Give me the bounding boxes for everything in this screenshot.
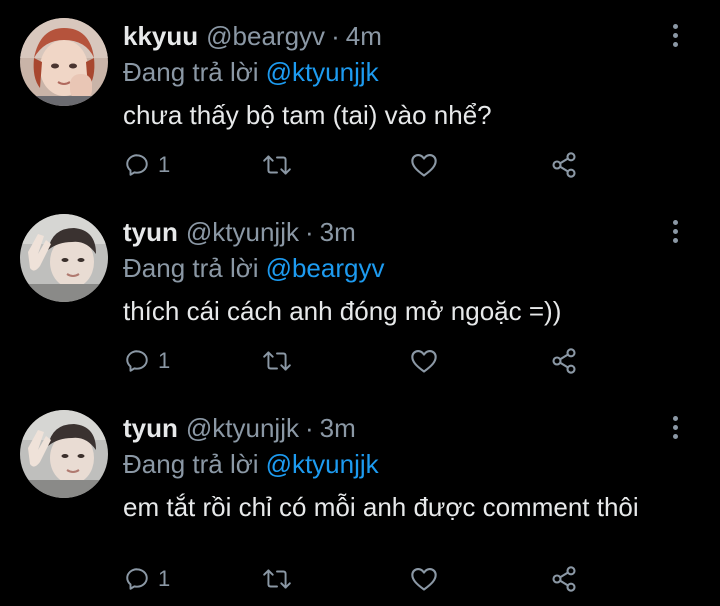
separator: · — [331, 20, 340, 51]
share-icon — [552, 348, 576, 374]
reply-icon — [126, 568, 148, 590]
tweet-text: em tắt rồi chỉ có mỗi anh được comment t… — [123, 492, 639, 522]
more-options-icon[interactable] — [670, 416, 680, 442]
display-name[interactable]: tyun — [123, 413, 178, 444]
reply-to-link[interactable]: @ktyunjjk — [266, 449, 379, 479]
reply-context: Đang trả lời @ktyunjjk — [123, 57, 379, 88]
like-button[interactable] — [410, 346, 438, 376]
tweet-header: tyun @ktyunjjk · 3m — [123, 216, 356, 248]
tweet-text: chưa thấy bộ tam (tai) vào nhể? — [123, 100, 492, 130]
share-icon — [552, 152, 576, 178]
reply-count: 1 — [158, 566, 171, 591]
user-handle[interactable]: @ktyunjjk — [186, 217, 299, 248]
display-name[interactable]: tyun — [123, 217, 178, 248]
timestamp[interactable]: 3m — [320, 413, 356, 444]
like-button[interactable] — [410, 150, 438, 180]
share-button[interactable] — [550, 346, 578, 376]
action-bar: 1 — [124, 150, 594, 180]
like-icon — [411, 568, 437, 591]
separator: · — [304, 216, 314, 247]
reply-context: Đang trả lời @beargyv — [123, 253, 384, 284]
retweet-button[interactable] — [262, 150, 292, 180]
timestamp[interactable]: 4m — [346, 21, 382, 52]
tweet[interactable]: tyun @ktyunjjk · 3m Đang trả lời @ktyunjj… — [0, 392, 720, 592]
retweet-button[interactable] — [262, 346, 292, 376]
share-button[interactable] — [550, 150, 578, 180]
tweet-header: tyun @ktyunjjk · 3m — [123, 412, 356, 444]
avatar[interactable] — [20, 18, 108, 106]
reply-count: 1 — [158, 152, 171, 177]
like-icon — [411, 350, 437, 373]
display-name[interactable]: kkyuu — [123, 21, 198, 52]
reply-prefix: Đang trả lời — [123, 449, 259, 479]
reply-prefix: Đang trả lời — [123, 57, 259, 87]
user-handle[interactable]: @ktyunjjk — [186, 413, 299, 444]
timestamp[interactable]: 3m — [320, 217, 356, 248]
user-handle[interactable]: @beargyv — [206, 21, 325, 52]
more-options-icon[interactable] — [670, 24, 680, 50]
like-button[interactable] — [410, 564, 438, 594]
like-icon — [411, 154, 437, 177]
share-icon — [552, 566, 576, 592]
reply-count: 1 — [158, 348, 171, 373]
more-options-icon[interactable] — [670, 220, 680, 246]
action-bar: 1 — [124, 346, 594, 376]
share-button[interactable] — [550, 564, 578, 594]
tweet-header: kkyuu @beargyv · 4m — [123, 20, 382, 52]
tweet-text: thích cái cách anh đóng mở ngoặc =)) — [123, 296, 562, 326]
avatar[interactable] — [20, 214, 108, 302]
retweet-icon — [263, 569, 291, 589]
reply-to-link[interactable]: @beargyv — [266, 253, 385, 283]
reply-button[interactable]: 1 — [124, 564, 170, 594]
retweet-icon — [263, 155, 291, 175]
reply-icon — [126, 350, 148, 372]
reply-to-link[interactable]: @ktyunjjk — [266, 57, 379, 87]
separator: · — [304, 412, 314, 443]
retweet-icon — [263, 351, 291, 371]
reply-button[interactable]: 1 — [124, 150, 170, 180]
retweet-button[interactable] — [262, 564, 292, 594]
reply-button[interactable]: 1 — [124, 346, 170, 376]
action-bar: 1 — [124, 564, 594, 594]
avatar[interactable] — [20, 410, 108, 498]
tweet[interactable]: kkyuu @beargyv · 4m Đang trả lời @ktyunjj… — [0, 0, 720, 196]
tweet[interactable]: tyun @ktyunjjk · 3m Đang trả lời @beargyv… — [0, 196, 720, 392]
reply-prefix: Đang trả lời — [123, 253, 259, 283]
reply-context: Đang trả lời @ktyunjjk — [123, 449, 379, 480]
tweet-feed: kkyuu @beargyv · 4m Đang trả lời @ktyunjj… — [0, 0, 720, 606]
reply-icon — [126, 154, 148, 176]
